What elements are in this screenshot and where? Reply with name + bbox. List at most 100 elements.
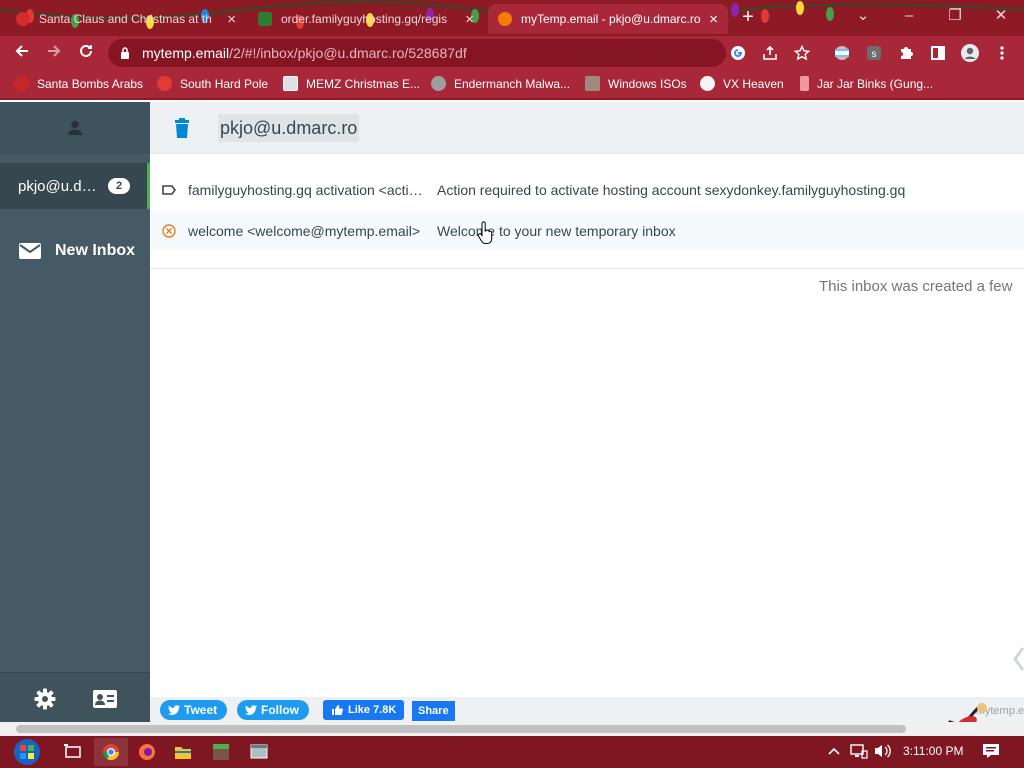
back-button[interactable] [10, 41, 34, 65]
window-app-icon [250, 744, 268, 759]
taskbar-clock[interactable]: 3:11:00 PM [903, 744, 963, 758]
side-panel-icon[interactable] [928, 43, 948, 63]
facebook-share-button[interactable]: Share [412, 701, 455, 721]
social-bar: Tweet Follow Like 7.8K Share mytemp.e [150, 697, 1024, 723]
delete-inbox-button[interactable] [174, 118, 190, 143]
bookmark-vx-heaven[interactable]: VX Heaven [700, 76, 784, 91]
browser-toolbar: mytemp.email/2/#!/inbox/pkjo@u.dmarc.ro/… [0, 36, 1024, 70]
reload-icon [80, 44, 92, 57]
contact-card-button[interactable] [93, 689, 117, 714]
inbox-created-note: This inbox was created a few [819, 278, 1013, 295]
windows-logo-icon [14, 739, 40, 765]
message-row[interactable]: welcome <welcome@mytemp.email> Welcome t… [150, 211, 1024, 251]
s-extension-icon[interactable]: s [864, 43, 884, 63]
tab-search-button[interactable]: ⌄ [840, 0, 886, 30]
tweet-label: Tweet [184, 703, 218, 717]
taskbar-chrome[interactable] [94, 738, 128, 766]
minecraft-block-icon [213, 744, 229, 760]
taskbar-firefox[interactable] [130, 738, 164, 766]
arrow-right-icon [48, 45, 61, 57]
url-host: mytemp.email [142, 45, 230, 61]
scrollbar-thumb[interactable] [16, 725, 906, 733]
google-lens-icon[interactable] [728, 43, 748, 63]
start-button[interactable] [8, 738, 46, 766]
window-icon [283, 76, 298, 91]
close-tab-icon[interactable]: × [709, 11, 718, 28]
close-window-button[interactable]: ✕ [978, 0, 1024, 30]
inbox-header: pkjo@u.dmarc.ro [150, 102, 1024, 154]
message-subject: Action required to activate hosting acco… [437, 182, 906, 198]
horizontal-scrollbar[interactable] [0, 722, 1024, 736]
chevron-up-icon [828, 747, 840, 755]
skull-icon [700, 76, 715, 91]
gear-icon [34, 688, 56, 710]
close-tab-icon[interactable]: × [227, 11, 236, 28]
extensions-puzzle-icon[interactable] [896, 43, 916, 63]
account-button[interactable] [0, 102, 150, 154]
reload-button[interactable] [74, 41, 98, 65]
bookmark-jar-jar-binks[interactable]: Jar Jar Binks (Gung... [800, 76, 933, 91]
maximize-button[interactable]: ❐ [932, 0, 978, 30]
thumbs-up-icon [332, 705, 343, 715]
tab-title: order.familyguyhosting.gq/regis [281, 12, 448, 26]
taskbar-file-explorer[interactable] [166, 738, 200, 766]
tab-title: Santa Claus and Christmas at th [39, 12, 212, 26]
bookmark-south-hard-pole[interactable]: South Hard Pole [157, 76, 268, 91]
sidebar-item-new-inbox[interactable]: New Inbox [0, 228, 150, 274]
label-icon [161, 185, 177, 195]
tab-order[interactable]: order.familyguyhosting.gq/regis × [248, 4, 484, 34]
new-tab-button[interactable]: + [738, 6, 758, 29]
bookmark-windows-isos[interactable]: Windows ISOs [585, 76, 687, 91]
inbox-address-title[interactable]: pkjo@u.dmarc.ro [218, 114, 360, 142]
snowflake-icon [157, 76, 172, 91]
bookmark-label: Windows ISOs [608, 76, 687, 91]
tab-santa[interactable]: Santa Claus and Christmas at th × [6, 4, 246, 34]
network-button[interactable] [850, 743, 868, 762]
bookmark-santa-bombs-arabs[interactable]: Santa Bombs Arabs [14, 76, 143, 91]
sidebar-item-inbox-pkjo[interactable]: pkjo@u.dmarc.ro 2 [0, 163, 150, 209]
sidebar: pkjo@u.dmarc.ro 2 New Inbox [0, 102, 150, 722]
profile-avatar-icon[interactable] [960, 43, 980, 63]
url-text: mytemp.email/2/#!/inbox/pkjo@u.dmarc.ro/… [142, 45, 467, 61]
tab-title: myTemp.email - pkjo@u.dmarc.ro [521, 12, 701, 26]
flag-extension-icon[interactable] [832, 43, 852, 63]
facebook-like-button[interactable]: Like 7.8K [323, 700, 405, 720]
bookmark-star-icon[interactable] [792, 43, 812, 63]
action-center-button[interactable] [982, 743, 1000, 762]
bookmark-memz-christmas[interactable]: MEMZ Christmas E... [283, 76, 420, 91]
hosting-favicon-icon [258, 12, 272, 26]
forward-button[interactable] [42, 41, 66, 65]
santa-favicon-icon [16, 12, 30, 26]
sidebar-footer [0, 672, 150, 722]
lock-icon [121, 47, 129, 59]
message-sender: welcome <welcome@mytemp.email> [188, 223, 421, 239]
bookmark-endermanch-malware[interactable]: Endermanch Malwa... [431, 76, 570, 91]
windows-taskbar: 3:11:00 PM [0, 736, 1024, 768]
taskbar-app[interactable] [242, 738, 276, 766]
chevron-left-icon[interactable] [1012, 646, 1024, 672]
firefox-icon [139, 744, 155, 760]
bookmark-label: MEMZ Christmas E... [306, 76, 421, 91]
chrome-icon [102, 744, 120, 761]
show-hidden-icons-button[interactable] [828, 743, 840, 759]
tab-strip: Santa Claus and Christmas at th × order.… [0, 0, 1024, 36]
address-bar[interactable]: mytemp.email/2/#!/inbox/pkjo@u.dmarc.ro/… [108, 39, 726, 67]
taskbar-minecraft[interactable] [204, 738, 238, 766]
tweet-button[interactable]: Tweet [160, 700, 228, 720]
mail-icon [19, 243, 41, 259]
volume-button[interactable] [874, 743, 892, 762]
message-row[interactable]: familyguyhosting.gq activation <activati… [150, 170, 1024, 210]
url-path: /2/#!/inbox/pkjo@u.dmarc.ro/528687df [229, 45, 467, 61]
list-divider [150, 268, 1024, 269]
follow-button[interactable]: Follow [237, 700, 309, 720]
task-view-button[interactable] [56, 738, 90, 766]
chrome-menu-icon[interactable] [992, 43, 1012, 63]
share-label: Share [418, 705, 449, 717]
close-tab-icon[interactable]: × [465, 11, 474, 28]
minimize-button[interactable]: – [886, 0, 932, 30]
new-inbox-label: New Inbox [55, 242, 136, 259]
bookmark-label: Endermanch Malwa... [454, 76, 571, 91]
tab-mytemp[interactable]: myTemp.email - pkjo@u.dmarc.ro × [488, 4, 728, 34]
share-icon[interactable] [760, 43, 780, 63]
settings-button[interactable] [34, 688, 56, 715]
